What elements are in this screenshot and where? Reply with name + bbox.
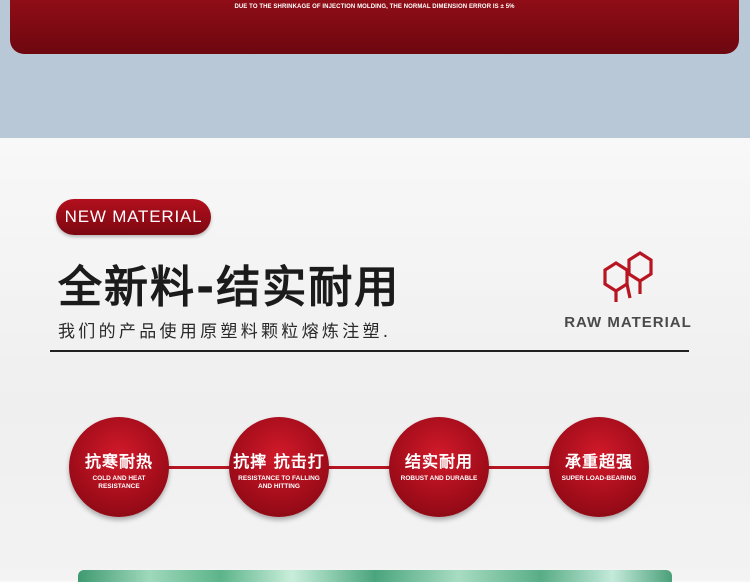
top-band: DUE TO THE SHRINKAGE OF INJECTION MOLDIN…	[0, 0, 750, 138]
feature-title: 抗寒耐热	[84, 452, 153, 471]
dimension-note: DUE TO THE SHRINKAGE OF INJECTION MOLDIN…	[234, 4, 515, 10]
feature-subtitle: COLD AND HEAT RESISTANCE	[92, 475, 146, 490]
feature-subtitle: ROBUST AND DURABLE	[400, 475, 478, 482]
feature-subtitle: SUPER LOAD-BEARING	[561, 475, 637, 482]
raw-material-label: RAW MATERIAL	[564, 314, 692, 331]
plastic-pellets-photo	[78, 570, 672, 582]
feature-subtitle: RESISTANCE TO FALLING AND HITTING	[238, 475, 320, 490]
feature-title: 承重超强	[564, 452, 633, 471]
feature-durable: 结实耐用 ROBUST AND DURABLE	[389, 417, 489, 517]
feature-load-bearing: 承重超强 SUPER LOAD-BEARING	[549, 417, 649, 517]
headline: 全新料-结实耐用	[58, 262, 401, 313]
feature-title: 抗摔 抗击打	[233, 452, 325, 471]
feature-connector	[118, 466, 598, 469]
hexagon-molecule-icon	[603, 251, 653, 302]
subline: 我们的产品使用原塑料颗粒熔炼注塑.	[58, 322, 392, 342]
feature-cold-heat: 抗寒耐热 COLD AND HEAT RESISTANCE	[69, 417, 169, 517]
divider	[50, 350, 689, 352]
dimension-note-card: DUE TO THE SHRINKAGE OF INJECTION MOLDIN…	[10, 0, 739, 54]
feature-title: 结实耐用	[404, 452, 473, 471]
new-material-badge: NEW MATERIAL	[56, 199, 211, 235]
feature-impact: 抗摔 抗击打 RESISTANCE TO FALLING AND HITTING	[229, 417, 329, 517]
